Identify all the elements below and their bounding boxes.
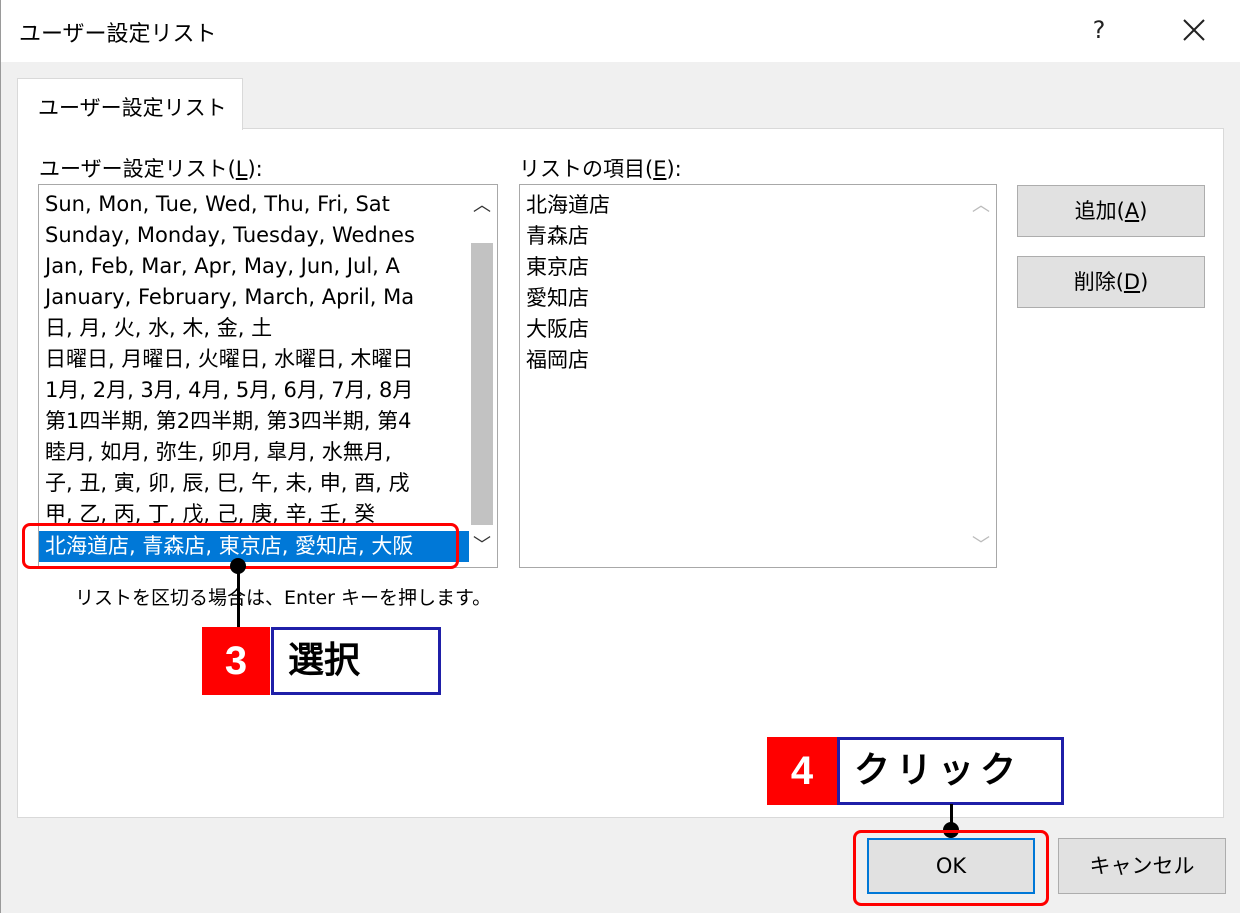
custom-lists-scrollbar[interactable]: ︿ ﹀ — [467, 185, 497, 567]
scroll-down-icon[interactable]: ﹀ — [966, 529, 996, 563]
custom-lists-dialog: ユーザー設定リスト ? ユーザー設定リスト ユーザー設定リスト(L): Sun,… — [0, 0, 1240, 913]
help-button[interactable]: ? — [1079, 8, 1119, 52]
list-entries-textbox[interactable]: 北海道店 青森店 東京店 愛知店 大阪店 福岡店 ︿ ﹀ — [519, 184, 997, 568]
tab-label: ユーザー設定リスト — [38, 96, 227, 120]
hint-text: リストを区切る場合は、Enter キーを押します。 — [75, 587, 492, 609]
scroll-up-icon[interactable]: ︿ — [467, 189, 497, 223]
list-item[interactable]: 日曜日, 月曜日, 火曜日, 水曜日, 木曜日 — [45, 344, 413, 375]
title-bar: ユーザー設定リスト ? — [1, 0, 1240, 62]
tab-custom-lists[interactable]: ユーザー設定リスト — [17, 78, 243, 130]
add-button[interactable]: 追加(A) — [1017, 185, 1205, 237]
step4-badge: 4 — [767, 737, 837, 805]
list-item[interactable]: 日, 月, 火, 水, 木, 金, 土 — [45, 313, 272, 344]
list-item[interactable]: January, February, March, April, Ma — [45, 282, 414, 313]
dialog-title: ユーザー設定リスト — [19, 22, 217, 47]
scroll-thumb[interactable] — [471, 243, 493, 525]
close-icon — [1183, 19, 1205, 41]
step3-badge: 3 — [202, 627, 270, 695]
custom-lists-label: ユーザー設定リスト(L): — [39, 157, 263, 181]
list-item[interactable]: Jan, Feb, Mar, Apr, May, Jun, Jul, A — [45, 251, 400, 282]
list-entries-scrollbar[interactable]: ︿ ﹀ — [966, 185, 996, 567]
list-entry: 青森店 — [526, 224, 589, 248]
list-entry: 大阪店 — [526, 317, 589, 341]
cancel-button[interactable]: キャンセル — [1058, 838, 1226, 894]
list-entry: 愛知店 — [526, 286, 589, 310]
list-entry: 東京店 — [526, 255, 589, 279]
list-item[interactable]: 睦月, 如月, 弥生, 卯月, 皐月, 水無月, — [45, 437, 391, 468]
list-item[interactable]: 子, 丑, 寅, 卯, 辰, 巳, 午, 未, 申, 酉, 戌 — [45, 468, 410, 499]
list-entry: 北海道店 — [526, 193, 610, 217]
list-item[interactable]: 第1四半期, 第2四半期, 第3四半期, 第4 — [45, 406, 412, 437]
step3-dot — [230, 558, 246, 574]
scroll-up-icon[interactable]: ︿ — [966, 189, 996, 223]
ok-highlight-frame — [853, 830, 1049, 906]
step3-leader-line — [237, 566, 240, 628]
list-item[interactable]: Sunday, Monday, Tuesday, Wednes — [45, 220, 415, 251]
list-item[interactable]: 1月, 2月, 3月, 4月, 5月, 6月, 7月, 8月 — [45, 375, 413, 406]
list-item[interactable]: Sun, Mon, Tue, Wed, Thu, Fri, Sat — [45, 189, 390, 220]
close-button[interactable] — [1171, 8, 1217, 52]
list-entries-label: リストの項目(E): — [519, 157, 682, 181]
list-entry: 福岡店 — [526, 348, 589, 372]
delete-button[interactable]: 削除(D) — [1017, 256, 1205, 308]
step3-label: 選択 — [271, 627, 441, 695]
custom-lists-listbox[interactable]: Sun, Mon, Tue, Wed, Thu, Fri, Sat Sunday… — [38, 184, 498, 568]
scroll-down-icon[interactable]: ﹀ — [467, 529, 497, 563]
step4-label: クリック — [837, 737, 1064, 805]
